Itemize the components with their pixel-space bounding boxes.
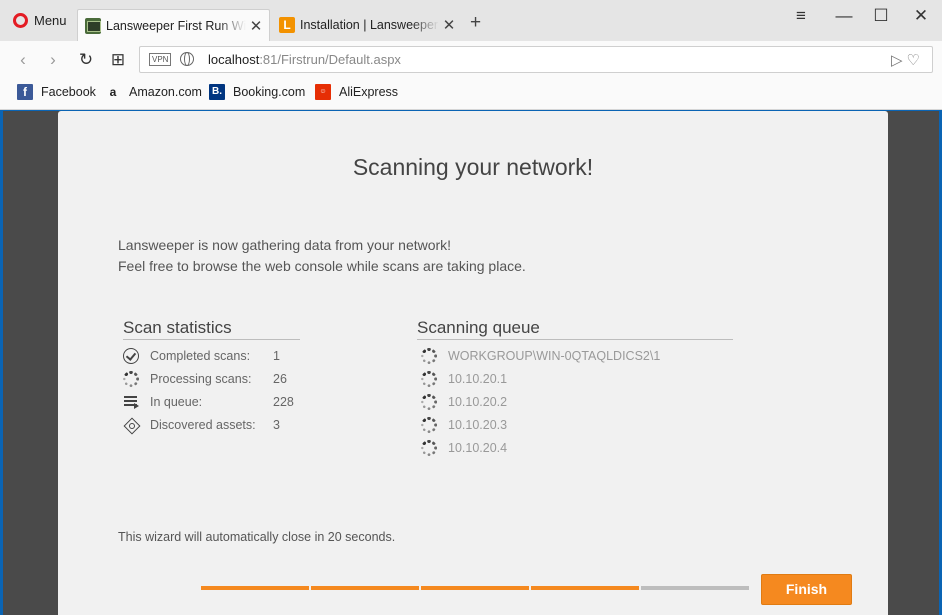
stat-value: 228 (273, 395, 294, 409)
bookmark-label: AliExpress (339, 85, 399, 99)
vpn-badge[interactable]: VPN (149, 53, 172, 66)
lansweeper-l-icon: L (279, 17, 295, 33)
tab-lansweeper-wizard[interactable]: Lansweeper First Run Wizard ✕ (77, 9, 270, 41)
reload-icon[interactable]: ↻ (77, 50, 95, 70)
browser-menu-label: Menu (34, 13, 67, 28)
new-tab-plus-icon[interactable]: + (470, 12, 481, 34)
scanning-queue-title: Scanning queue (417, 318, 733, 340)
spinner-icon (421, 371, 437, 387)
page-title: Scanning your network! (352, 154, 594, 180)
globe-icon[interactable] (180, 52, 194, 66)
bookmark-label: Booking.com (233, 85, 306, 99)
spinner-icon (421, 417, 437, 433)
stat-label: Processing scans: (150, 372, 252, 386)
queue-item: 10.10.20.2 (421, 392, 507, 412)
finish-button[interactable]: Finish (761, 574, 852, 605)
stat-discovered-assets: Discovered assets: 3 (123, 415, 280, 435)
wizard-step-5-progress (641, 586, 749, 590)
bookmark-aliexpress[interactable]: ☺ AliExpress (315, 84, 398, 100)
check-circle-icon (123, 348, 139, 364)
url-field[interactable]: VPN localhost:81/Firstrun/Default.aspx ▷… (139, 46, 933, 73)
first-run-wizard: Scanning your network! Lansweeper is now… (58, 111, 888, 615)
page-viewport: Scanning your network! Lansweeper is now… (3, 111, 939, 615)
address-toolbar: ‹ › ↻ ⊞ VPN localhost:81/Firstrun/Defaul… (0, 41, 942, 78)
spinner-icon (421, 440, 437, 456)
back-icon[interactable]: ‹ (14, 50, 32, 70)
stat-value: 26 (273, 372, 287, 386)
heart-icon[interactable]: ♡ (907, 52, 924, 69)
intro-line-1: Lansweeper is now gathering data from yo… (118, 237, 452, 253)
bookmark-label: Amazon.com (129, 85, 202, 99)
maximize-icon[interactable]: ☐ (869, 6, 893, 26)
tab-installation[interactable]: L Installation | Lansweeper IT Asset Man… (272, 9, 462, 41)
bookmark-booking[interactable]: B. Booking.com (209, 84, 305, 100)
close-tab-icon[interactable]: ✕ (439, 16, 459, 34)
stat-value: 1 (273, 349, 280, 363)
queue-item: 10.10.20.4 (421, 438, 507, 458)
browser-tab-bar: Menu Lansweeper First Run Wizard ✕ L Ins… (0, 0, 942, 41)
wizard-step-4-progress (531, 586, 639, 590)
wizard-step-3-progress (421, 586, 529, 590)
url-text[interactable]: localhost:81/Firstrun/Default.aspx (208, 52, 401, 67)
minimize-icon[interactable]: — (832, 6, 856, 26)
stat-completed-scans: Completed scans: 1 (123, 346, 280, 366)
bookmark-label: Facebook (41, 85, 96, 99)
stat-label: Completed scans: (150, 349, 251, 363)
queue-list-icon (123, 394, 139, 410)
bookmark-facebook[interactable]: f Facebook (17, 84, 96, 100)
stat-value: 3 (273, 418, 280, 432)
queue-item: WORKGROUP\WIN-0QTAQLDICS2\1 (421, 346, 660, 366)
queue-item-label: 10.10.20.2 (448, 395, 508, 409)
spinner-icon (123, 371, 139, 387)
queue-item-label: 10.10.20.4 (448, 441, 508, 455)
opera-logo-icon (13, 13, 28, 28)
facebook-icon: f (17, 84, 33, 100)
asset-diamond-icon (123, 417, 139, 433)
queue-item: 10.10.20.1 (421, 369, 507, 389)
tab-title: Lansweeper First Run Wizard (106, 18, 246, 33)
speed-dial-grid-icon[interactable]: ⊞ (109, 50, 127, 70)
url-actions: ▷♡ (891, 51, 924, 69)
close-window-icon[interactable]: ✕ (909, 6, 933, 26)
lansweeper-icon (85, 17, 101, 34)
autoclose-notice: This wizard will automatically close in … (118, 530, 396, 544)
forward-icon[interactable]: › (44, 50, 62, 70)
stat-in-queue: In queue: 228 (123, 392, 294, 412)
stat-label: In queue: (150, 395, 203, 409)
stat-label: Discovered assets: (150, 418, 256, 432)
intro-line-2: Feel free to browse the web console whil… (118, 258, 526, 274)
send-icon[interactable]: ▷ (891, 52, 907, 69)
wizard-step-2-progress (311, 586, 419, 590)
bookmarks-bar: f Facebook a Amazon.com B. Booking.com ☺… (0, 78, 942, 110)
queue-item: 10.10.20.3 (421, 415, 507, 435)
close-tab-icon[interactable]: ✕ (246, 17, 266, 35)
aliexpress-icon: ☺ (315, 84, 331, 100)
spinner-icon (421, 394, 437, 410)
intro-text: Lansweeper is now gathering data from yo… (118, 235, 526, 277)
queue-item-label: 10.10.20.3 (448, 418, 508, 432)
stat-processing-scans: Processing scans: 26 (123, 369, 287, 389)
tab-title: Installation | Lansweeper IT Asset Manag… (300, 18, 439, 32)
bookmark-amazon[interactable]: a Amazon.com (105, 84, 202, 100)
tab-menu-icon[interactable]: ≡ (789, 6, 813, 26)
scan-statistics-title: Scan statistics (123, 318, 300, 340)
amazon-icon: a (109, 85, 117, 99)
spinner-icon (421, 348, 437, 364)
wizard-step-1-progress (201, 586, 309, 590)
queue-item-label: 10.10.20.1 (448, 372, 508, 386)
browser-menu-button[interactable]: Menu (0, 0, 76, 41)
queue-item-label: WORKGROUP\WIN-0QTAQLDICS2\1 (448, 349, 661, 363)
booking-icon: B. (209, 84, 225, 100)
